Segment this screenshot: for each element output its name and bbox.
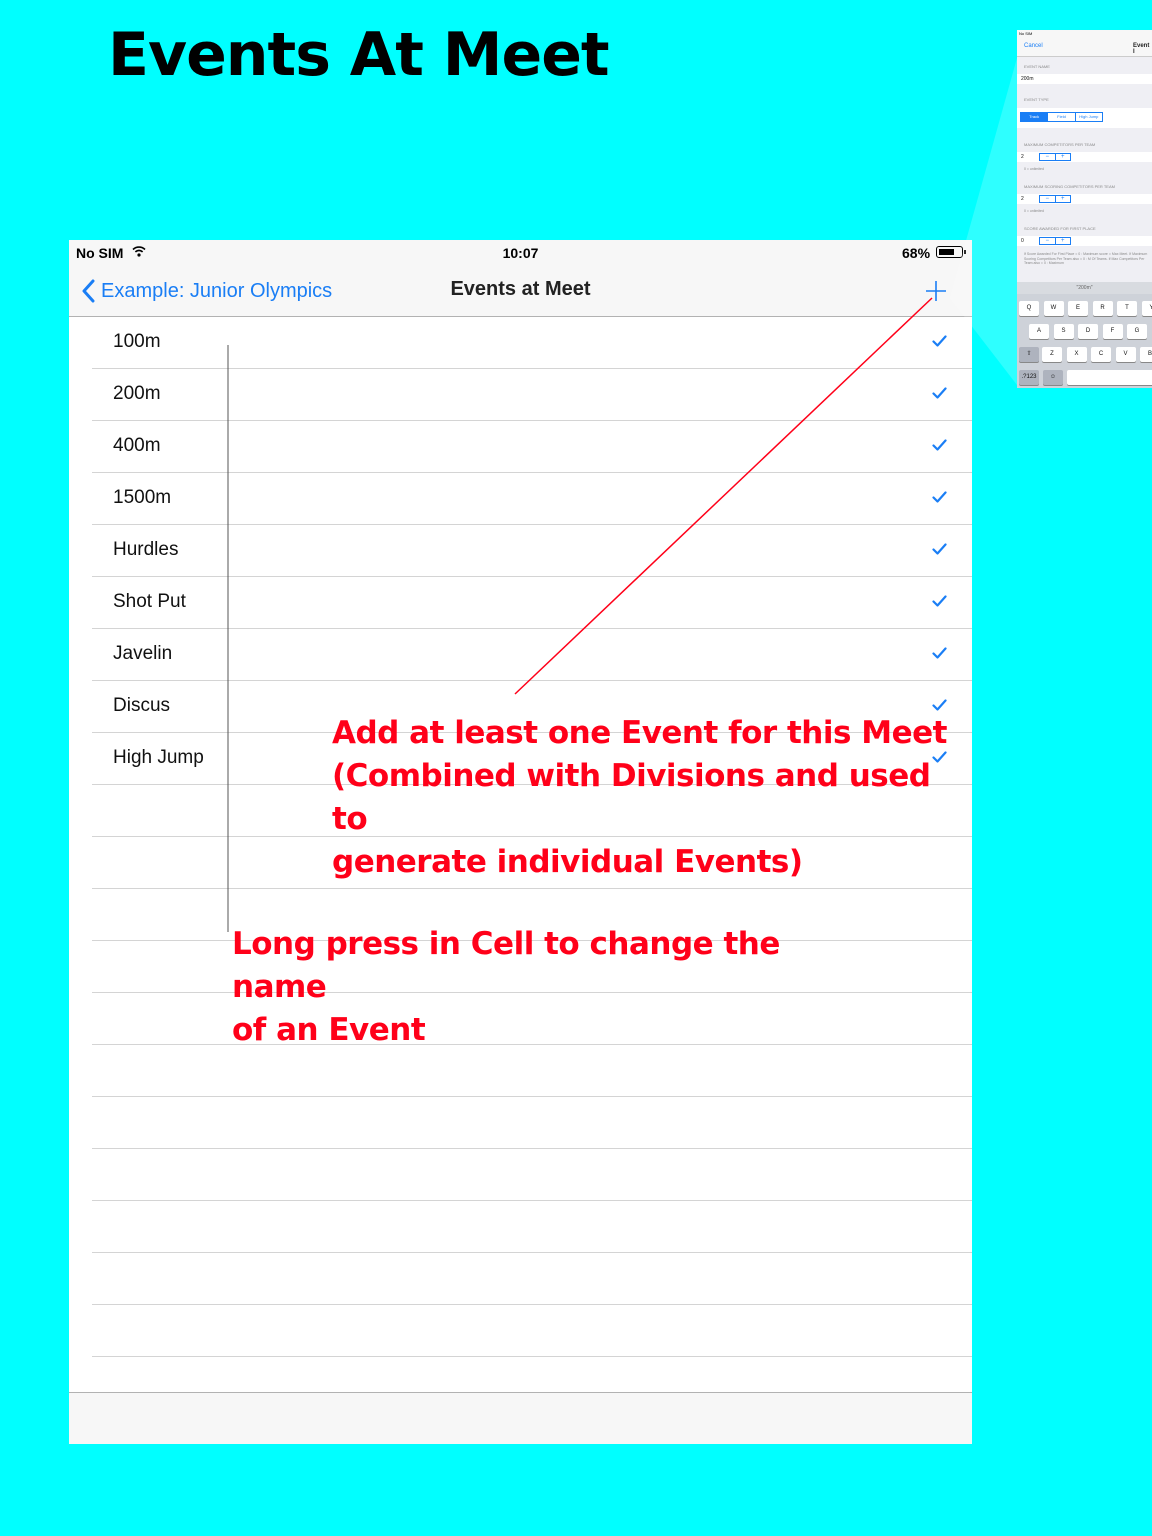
- event-detail-inset: No SIM Cancel Event I EVENT NAME 200m EV…: [1017, 30, 1152, 388]
- clock-label: 10:07: [502, 245, 539, 261]
- event-name-label: High Jump: [113, 747, 204, 768]
- inset-title: Event I: [1133, 43, 1150, 55]
- long-press-annotation: Long press in Cell to change the name of…: [232, 926, 780, 1048]
- add-icon[interactable]: [924, 279, 948, 303]
- keyboard-key[interactable]: E: [1068, 301, 1088, 316]
- status-bar: No SIM 10:07 68%: [69, 240, 972, 266]
- keyboard-key[interactable]: D: [1078, 324, 1098, 339]
- inset-max-competitors-label: MAXIMUM COMPETITORS PER TEAM: [1024, 142, 1096, 147]
- event-name-label: Shot Put: [113, 591, 186, 612]
- checkmark-icon: [932, 387, 947, 399]
- inset-status-bar: No SIM: [1017, 30, 1152, 38]
- emoji-key-icon[interactable]: ☺: [1043, 370, 1063, 385]
- checkmark-icon: [932, 543, 947, 555]
- page-title: Events At Meet: [108, 20, 610, 90]
- keyboard-key[interactable]: R: [1092, 301, 1113, 316]
- checkmark-icon: [932, 491, 947, 503]
- table-row: [92, 1149, 972, 1201]
- inset-suggestion-bar[interactable]: "200m": [1017, 282, 1152, 294]
- add-event-annotation: Add at least one Event for this Meet (Co…: [332, 715, 947, 880]
- keyboard-key[interactable]: X: [1066, 347, 1087, 362]
- inset-max-scoring-label: MAXIMUM SCORING COMPETITORS PER TEAM: [1024, 184, 1115, 189]
- keyboard-key[interactable]: Z: [1042, 347, 1062, 362]
- inset-score-first-label: SCORE AWARDED FOR FIRST PLACE: [1024, 226, 1096, 231]
- table-row[interactable]: Hurdles: [92, 525, 972, 577]
- battery-percent: 68%: [902, 245, 931, 261]
- navigation-bar: Example: Junior Olympics Events at Meet: [69, 266, 972, 317]
- keyboard-key[interactable]: T: [1117, 301, 1137, 316]
- battery-icon: [936, 246, 966, 258]
- inset-score-first-stepper[interactable]: − +: [1039, 237, 1071, 245]
- table-row: [92, 1305, 972, 1357]
- table-row: [92, 1097, 972, 1149]
- table-row[interactable]: 200m: [92, 369, 972, 421]
- shift-key-icon[interactable]: ⇧: [1019, 347, 1039, 362]
- checkmark-icon: [932, 647, 947, 659]
- event-name-label: 1500m: [113, 487, 172, 508]
- event-name-label: 200m: [113, 383, 161, 404]
- checkmark-icon: [932, 699, 947, 711]
- inset-event-type-segment[interactable]: Track Field High Jump: [1020, 112, 1103, 122]
- keyboard-key[interactable]: V: [1115, 347, 1136, 362]
- inset-max-scoring-stepper[interactable]: − +: [1039, 195, 1071, 203]
- keyboard-key[interactable]: A: [1029, 324, 1049, 339]
- checkmark-icon: [932, 439, 947, 451]
- event-name-label: Hurdles: [113, 539, 179, 560]
- inset-event-name-field[interactable]: 200m: [1017, 74, 1152, 84]
- table-row: [92, 1045, 972, 1097]
- inset-cancel-button[interactable]: Cancel: [1024, 43, 1043, 49]
- event-name-label: Javelin: [113, 643, 173, 664]
- table-row[interactable]: 100m: [92, 317, 972, 369]
- inset-max-competitors-stepper[interactable]: − +: [1039, 153, 1071, 161]
- space-key[interactable]: [1067, 370, 1152, 385]
- inset-score-note: If Score Awarded For First Place = 0 : M…: [1024, 252, 1148, 265]
- table-row[interactable]: 1500m: [92, 473, 972, 525]
- keyboard-key[interactable]: .?123: [1019, 370, 1039, 385]
- table-row: [92, 1253, 972, 1305]
- table-row[interactable]: 400m: [92, 421, 972, 473]
- bottom-toolbar: [69, 1392, 972, 1444]
- table-row: [92, 1201, 972, 1253]
- keyboard-key[interactable]: W: [1043, 301, 1064, 316]
- event-name-label: 400m: [113, 435, 161, 456]
- table-row[interactable]: Shot Put: [92, 577, 972, 629]
- inset-nav-bar: Cancel Event I: [1017, 38, 1152, 57]
- checkmark-icon: [932, 595, 947, 607]
- event-name-label: 100m: [113, 331, 161, 352]
- keyboard-key[interactable]: C: [1091, 347, 1111, 362]
- inset-event-type-label: EVENT TYPE: [1024, 97, 1049, 102]
- inset-event-name-label: EVENT NAME: [1024, 64, 1050, 69]
- keyboard-key[interactable]: B: [1140, 347, 1152, 362]
- inset-keyboard: "200m" QWERTYASDFGH⇧ZXCVB.?123☺: [1017, 282, 1152, 388]
- keyboard-key[interactable]: S: [1053, 324, 1074, 339]
- keyboard-key[interactable]: G: [1127, 324, 1147, 339]
- event-name-label: Discus: [113, 695, 171, 716]
- keyboard-key[interactable]: Y: [1141, 301, 1152, 316]
- checkmark-icon: [932, 335, 947, 347]
- nav-title: Events at Meet: [450, 278, 591, 300]
- keyboard-key[interactable]: Q: [1019, 301, 1039, 316]
- keyboard-key[interactable]: F: [1102, 324, 1123, 339]
- table-row[interactable]: Javelin: [92, 629, 972, 681]
